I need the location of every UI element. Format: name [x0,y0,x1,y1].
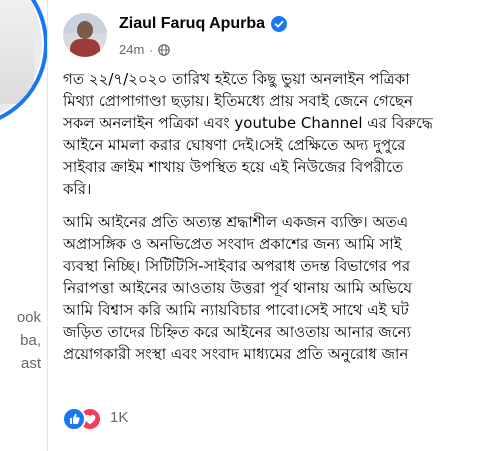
reaction-icons [62,407,102,431]
intro-text: ook ba, ast [0,306,47,375]
text-line: নিরাপত্তা আইনের আওতায় উত্তরা পূর্ব থানা… [63,279,412,297]
text-line: করি। [63,180,92,198]
intro-text-line: ast [20,355,41,372]
text-line: সাইবার ক্রাইম শাখায় উপস্থিত হয়ে এই নিউ… [63,158,404,176]
author-avatar[interactable] [63,13,107,57]
meta-separator: · [149,42,154,57]
text-line: আমি বিশ্বাস করি আমি ন্যায়বিচার পাবো।সেই… [63,301,409,319]
author-line: Ziaul Faruq Apurba [119,15,288,33]
text-line: অপ্রাসঙ্গিক ও অনভিপ্রেত সংবাদ প্রকাশের জ… [63,235,402,253]
text-line: গত ২২/৭/২০২০ তারিখ হইতে কিছু ভুয়া অনলাই… [63,70,410,88]
post-header: Ziaul Faruq Apurba 24m · [63,13,480,63]
verified-badge-icon [271,16,288,32]
profile-picture[interactable] [0,0,47,128]
intro-text-line: ba, [20,332,41,349]
post-meta: 24m · [119,42,171,57]
post-text: গত ২২/৭/২০২০ তারিখ হইতে কিছু ভুয়া অনলাই… [63,68,480,376]
author-name[interactable]: Ziaul Faruq Apurba [119,15,265,33]
facebook-page: ook ba, ast Ziaul Faruq Apurba 24m · গত … [0,0,480,451]
reaction-count[interactable]: 1K [110,409,128,426]
like-icon [62,407,86,431]
post-card: Ziaul Faruq Apurba 24m · গত ২২/৭/২০২০ তা… [47,0,480,451]
reactions-summary[interactable]: 1K [62,407,128,431]
text-line: সকল অনলাইন পত্রিকা এবং youtube Channel এ… [63,114,433,132]
globe-icon[interactable] [158,43,171,56]
text-line: আইনে মামলা করার ঘোষণা দেই।সেই প্রেক্ষিতে… [63,136,406,154]
text-line: প্রয়োগকারী সংস্থা এবং সংবাদ মাধ্যমের প্… [63,345,409,363]
intro-text-line: ook [16,309,41,326]
post-paragraph: গত ২২/৭/২০২০ তারিখ হইতে কিছু ভুয়া অনলাই… [63,68,480,200]
profile-side-panel: ook ba, ast [0,0,47,451]
text-line: আমি আইনের প্রতি অত্যন্ত শ্রদ্ধাশীল একজন … [63,213,409,231]
avatar-head [77,21,93,39]
text-line: ব্যবস্থা নিচ্ছি। সিটিটিসি-সাইবার অপরাধ ত… [63,257,411,275]
avatar-body [70,39,100,57]
text-line: জড়িত তাদের চিহ্নিত করে আইনের আওতায় আনা… [63,323,411,341]
text-line: মিথ্যা প্রোপাগাণ্ডা ছড়ায়। ইতিমধ্যে প্র… [63,92,413,110]
post-timestamp[interactable]: 24m [119,42,144,57]
post-paragraph: আমি আইনের প্রতি অত্যন্ত শ্রদ্ধাশীল একজন … [63,211,480,365]
profile-picture-content [0,0,34,104]
